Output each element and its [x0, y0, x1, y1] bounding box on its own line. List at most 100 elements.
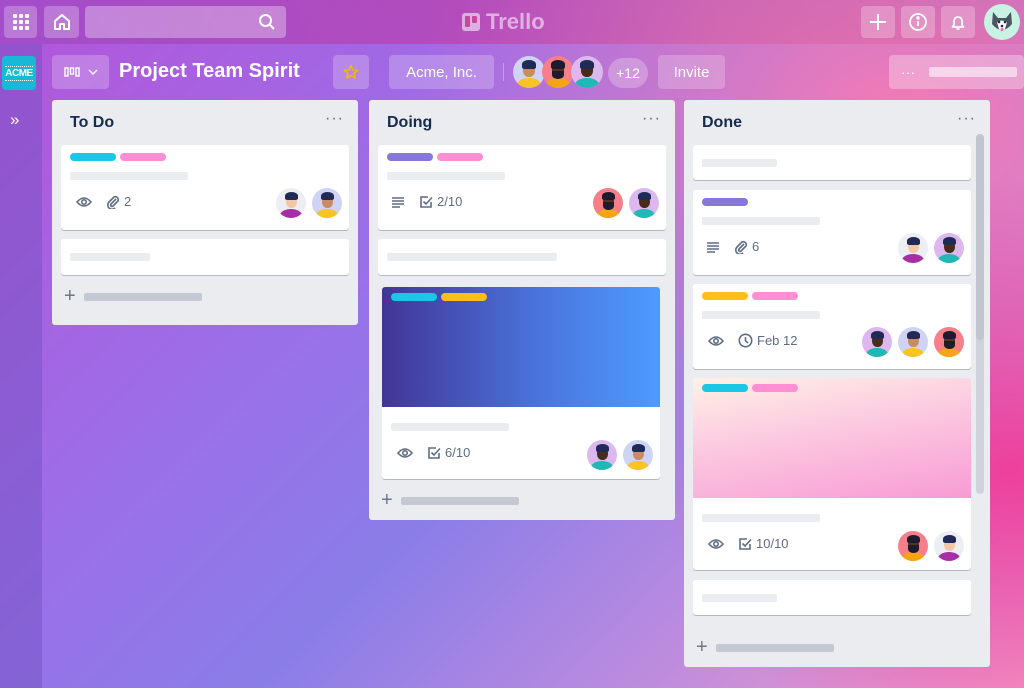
list-title[interactable]: Doing — [387, 114, 432, 132]
search-input[interactable] — [85, 6, 286, 38]
apps-button[interactable] — [4, 6, 37, 38]
checklist-icon — [427, 446, 441, 460]
member-avatar-man-yellow[interactable] — [513, 56, 545, 88]
checklist-icon — [738, 537, 752, 551]
member-avatar-woman-teal[interactable] — [629, 188, 659, 218]
member-avatar-woman-teal[interactable] — [587, 440, 617, 470]
avatar-hair — [551, 60, 565, 69]
card-members — [276, 188, 342, 218]
add-card-button[interactable]: + — [64, 285, 202, 308]
card-badges: 6 — [706, 239, 759, 254]
badge-eye — [397, 447, 413, 459]
label-pink[interactable] — [437, 153, 483, 161]
card[interactable] — [61, 239, 349, 275]
label-cyan[interactable] — [70, 153, 116, 161]
card[interactable]: 10/10 — [693, 378, 971, 570]
badge-text: Feb 12 — [757, 333, 798, 348]
menu-placeholder — [929, 67, 1017, 77]
trello-logo[interactable]: Trello — [462, 9, 545, 35]
member-avatar-woman-teal[interactable] — [934, 233, 964, 263]
app-name: Trello — [486, 9, 545, 34]
label-yellow[interactable] — [441, 293, 487, 301]
notifications-button[interactable] — [941, 6, 975, 38]
more-icon: ··· — [901, 64, 915, 80]
user-avatar[interactable] — [984, 4, 1020, 40]
label-purple[interactable] — [387, 153, 433, 161]
badge-eye — [76, 196, 92, 208]
member-avatar-woman-purple[interactable] — [898, 233, 928, 263]
card[interactable]: 2/10 — [378, 145, 666, 230]
card[interactable] — [693, 580, 971, 615]
add-card-button[interactable]: + — [381, 489, 519, 512]
badge-paperclip: 6 — [734, 239, 759, 254]
member-avatar-woman-teal[interactable] — [571, 56, 603, 88]
chevron-down-icon — [88, 69, 97, 75]
member-overflow-count[interactable]: +12 — [608, 58, 648, 88]
card[interactable]: Feb 12 — [693, 284, 971, 369]
label-pink[interactable] — [120, 153, 166, 161]
label-cyan[interactable] — [391, 293, 437, 301]
home-button[interactable] — [44, 6, 79, 38]
star-button[interactable] — [333, 55, 369, 89]
member-avatar-man-yellow[interactable] — [898, 327, 928, 357]
avatar-hair — [906, 535, 920, 543]
member-avatar-woman-purple[interactable] — [276, 188, 306, 218]
label-cyan[interactable] — [702, 384, 748, 392]
workspace-button[interactable]: Acme, Inc. — [389, 55, 494, 89]
avatar-hair — [942, 237, 956, 245]
board-title[interactable]: Project Team Spirit — [119, 60, 300, 83]
card[interactable]: 2 — [61, 145, 349, 230]
avatar-hair — [906, 237, 920, 245]
member-avatar-bearded-man[interactable] — [934, 327, 964, 357]
card-cover-pink-gradient — [693, 378, 971, 498]
eye-icon — [397, 447, 413, 459]
expand-sidebar-button[interactable]: » — [10, 110, 19, 130]
avatar-body — [938, 254, 960, 263]
invite-button[interactable]: Invite — [658, 55, 725, 89]
badge-text: 6 — [752, 239, 760, 254]
card[interactable] — [378, 239, 666, 275]
member-avatar-bearded-man[interactable] — [898, 531, 928, 561]
workspace-badge[interactable]: ACME — [2, 56, 36, 90]
avatar-body — [591, 461, 613, 470]
list-menu-button[interactable]: ··· — [957, 110, 976, 128]
info-button[interactable] — [901, 6, 935, 38]
member-avatar-man-yellow[interactable] — [312, 188, 342, 218]
badge-checklist: 10/10 — [738, 536, 789, 551]
board-members[interactable] — [513, 56, 603, 88]
card[interactable]: 6/10 — [382, 287, 660, 479]
card[interactable]: 6 — [693, 190, 971, 275]
avatar-hair — [942, 535, 956, 543]
list-title[interactable]: Done — [702, 114, 742, 132]
card-title-placeholder — [391, 423, 509, 431]
create-button[interactable] — [861, 6, 895, 38]
avatar-body — [627, 461, 649, 470]
header-divider — [503, 63, 504, 81]
avatar-beard — [907, 545, 919, 553]
badge-text: 2 — [124, 194, 132, 209]
avatar-body — [902, 254, 924, 263]
member-avatar-woman-teal[interactable] — [862, 327, 892, 357]
label-yellow[interactable] — [702, 292, 748, 300]
label-pink[interactable] — [752, 292, 798, 300]
member-avatar-bearded-man[interactable] — [542, 56, 574, 88]
label-purple[interactable] — [702, 198, 748, 206]
list-menu-button[interactable]: ··· — [642, 110, 661, 128]
avatar-body — [902, 552, 924, 561]
view-switcher-button[interactable] — [52, 55, 109, 89]
card[interactable] — [693, 145, 971, 180]
eye-icon — [76, 196, 92, 208]
card-members — [898, 233, 964, 263]
board-menu-button[interactable]: ··· — [889, 55, 1024, 89]
member-avatar-bearded-man[interactable] — [593, 188, 623, 218]
label-pink[interactable] — [752, 384, 798, 392]
avatar-body — [597, 209, 619, 218]
member-avatar-man-yellow[interactable] — [623, 440, 653, 470]
list-scrollbar-thumb[interactable] — [976, 134, 984, 340]
list-menu-button[interactable]: ··· — [325, 110, 344, 128]
clock-icon — [738, 333, 753, 348]
member-avatar-woman-purple[interactable] — [934, 531, 964, 561]
card-badges: 6/10 — [397, 445, 470, 460]
add-card-button[interactable]: + — [696, 636, 834, 659]
list-title[interactable]: To Do — [70, 114, 114, 132]
